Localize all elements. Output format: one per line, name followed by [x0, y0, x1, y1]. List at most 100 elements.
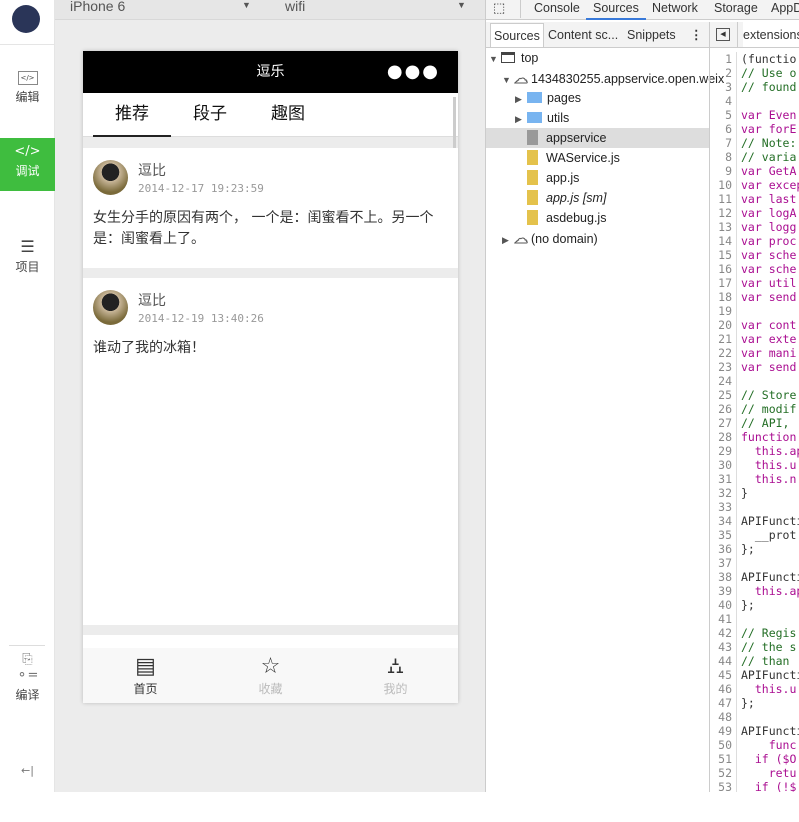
- line-number[interactable]: 49: [710, 724, 737, 738]
- line-number[interactable]: 44: [710, 654, 737, 668]
- line-number[interactable]: 9: [710, 164, 737, 178]
- line-number[interactable]: 40: [710, 598, 737, 612]
- line-number[interactable]: 52: [710, 766, 737, 780]
- tab-sources[interactable]: Sources: [586, 0, 646, 20]
- line-number[interactable]: 1: [710, 52, 737, 66]
- line-number[interactable]: 41: [710, 612, 737, 626]
- line-number[interactable]: 30: [710, 458, 737, 472]
- line-number[interactable]: 27: [710, 416, 737, 430]
- line-number[interactable]: 28: [710, 430, 737, 444]
- line-number[interactable]: 25: [710, 388, 737, 402]
- line-number[interactable]: 43: [710, 640, 737, 654]
- scrollbar[interactable]: [453, 97, 456, 151]
- line-number[interactable]: 36: [710, 542, 737, 556]
- line-number[interactable]: 15: [710, 248, 737, 262]
- tab-storage[interactable]: Storage: [714, 0, 758, 20]
- subtab-content-scripts[interactable]: Content sc...: [548, 22, 618, 47]
- line-number[interactable]: 18: [710, 290, 737, 304]
- code-editor[interactable]: 1 (functio 2 // Use o 3 // found 4 5 var Even 6 va…: [709, 48, 799, 792]
- line-number[interactable]: 34: [710, 514, 737, 528]
- expand-arrow-icon[interactable]: ▶: [515, 89, 527, 109]
- line-number[interactable]: 33: [710, 500, 737, 514]
- line-number[interactable]: 17: [710, 276, 737, 290]
- tabbar-home[interactable]: ▤ 首页: [83, 648, 208, 703]
- list-item[interactable]: 逗比 2014-12-17 19:23:59 女生分手的原因有两个， 一个是：闺…: [83, 148, 458, 268]
- more-icon[interactable]: ⋮: [690, 22, 703, 47]
- inspect-icon[interactable]: ⬚: [493, 0, 505, 16]
- line-number[interactable]: 5: [710, 108, 737, 122]
- line-number[interactable]: 48: [710, 710, 737, 724]
- sidebar-item-project[interactable]: ☰ 项目: [0, 236, 55, 298]
- editor-file-tab[interactable]: extensions:: [743, 22, 799, 47]
- tree-item[interactable]: app.js [sm]: [486, 188, 709, 208]
- line-number[interactable]: 29: [710, 444, 737, 458]
- line-number[interactable]: 47: [710, 696, 737, 710]
- tab-network[interactable]: Network: [652, 0, 698, 20]
- tab-appdata[interactable]: AppD: [771, 0, 799, 20]
- line-number[interactable]: 42: [710, 626, 737, 640]
- line-number[interactable]: 24: [710, 374, 737, 388]
- avatar[interactable]: [12, 5, 40, 33]
- line-number[interactable]: 2: [710, 66, 737, 80]
- tree-item[interactable]: app.js: [486, 168, 709, 188]
- sidebar-item-edit[interactable]: </> 编辑: [0, 66, 55, 128]
- sidebar-item-compile[interactable]: ⎘ ⚬= 编译: [0, 648, 55, 710]
- tabbar-favorites[interactable]: ☆ 收藏: [208, 648, 333, 703]
- line-number[interactable]: 31: [710, 472, 737, 486]
- chevron-down-icon[interactable]: ▼: [242, 0, 251, 10]
- list-item[interactable]: 逗比 2014-12-19 13:40:26 谁动了我的冰箱！: [83, 278, 458, 625]
- line-number[interactable]: 11: [710, 192, 737, 206]
- line-number[interactable]: 4: [710, 94, 737, 108]
- line-number[interactable]: 50: [710, 738, 737, 752]
- tree-item[interactable]: WAService.js: [486, 148, 709, 168]
- line-number[interactable]: 20: [710, 318, 737, 332]
- sidebar-item-back[interactable]: ←|: [0, 760, 55, 822]
- line-number[interactable]: 6: [710, 122, 737, 136]
- line-number[interactable]: 10: [710, 178, 737, 192]
- subtab-snippets[interactable]: Snippets: [627, 22, 676, 47]
- line-number[interactable]: 38: [710, 570, 737, 584]
- sidebar-item-debug[interactable]: </> 调试: [0, 138, 55, 191]
- line-number[interactable]: 37: [710, 556, 737, 570]
- line-number[interactable]: 46: [710, 682, 737, 696]
- expand-arrow-icon[interactable]: ▶: [515, 109, 527, 129]
- tree-item[interactable]: asdebug.js: [486, 208, 709, 228]
- tab-jokes[interactable]: 段子: [171, 93, 249, 137]
- device-select[interactable]: iPhone 6: [70, 0, 125, 14]
- line-number[interactable]: 22: [710, 346, 737, 360]
- tree-item[interactable]: appservice: [486, 128, 709, 148]
- expand-arrow-icon[interactable]: ▼: [502, 70, 514, 90]
- tabbar-mine[interactable]: ⛼ 我的: [333, 648, 458, 703]
- chevron-down-icon[interactable]: ▼: [457, 0, 466, 10]
- tab-recommend[interactable]: 推荐: [93, 93, 171, 137]
- line-number[interactable]: 21: [710, 332, 737, 346]
- line-number[interactable]: 19: [710, 304, 737, 318]
- line-number[interactable]: 16: [710, 262, 737, 276]
- line-number[interactable]: 23: [710, 360, 737, 374]
- more-icon[interactable]: ●●●: [387, 51, 440, 93]
- line-number[interactable]: 45: [710, 668, 737, 682]
- network-select[interactable]: wifi: [285, 0, 305, 14]
- line-number[interactable]: 3: [710, 80, 737, 94]
- tree-item[interactable]: ▼ ☁ 1434830255.appservice.open.weix: [486, 68, 724, 90]
- line-number[interactable]: 32: [710, 486, 737, 500]
- line-number[interactable]: 26: [710, 402, 737, 416]
- line-number[interactable]: 14: [710, 234, 737, 248]
- expand-arrow-icon[interactable]: ▼: [489, 49, 501, 69]
- line-number[interactable]: 53: [710, 780, 737, 792]
- line-number[interactable]: 13: [710, 220, 737, 234]
- toggle-navigator-icon[interactable]: ◀: [716, 28, 730, 41]
- line-number[interactable]: 51: [710, 752, 737, 766]
- tree-item[interactable]: ▶ utils: [486, 108, 709, 128]
- tab-pics[interactable]: 趣图: [249, 93, 327, 137]
- line-number[interactable]: 39: [710, 584, 737, 598]
- tree-item[interactable]: ▶ ☁ (no domain): [486, 228, 709, 248]
- subtab-sources[interactable]: Sources: [490, 23, 544, 47]
- tab-console[interactable]: Console: [534, 0, 580, 20]
- expand-arrow-icon[interactable]: ▶: [502, 230, 514, 250]
- tree-item[interactable]: ▶ pages: [486, 88, 709, 108]
- line-number[interactable]: 8: [710, 150, 737, 164]
- tree-item[interactable]: ▼ top: [486, 48, 709, 68]
- line-number[interactable]: 35: [710, 528, 737, 542]
- line-number[interactable]: 7: [710, 136, 737, 150]
